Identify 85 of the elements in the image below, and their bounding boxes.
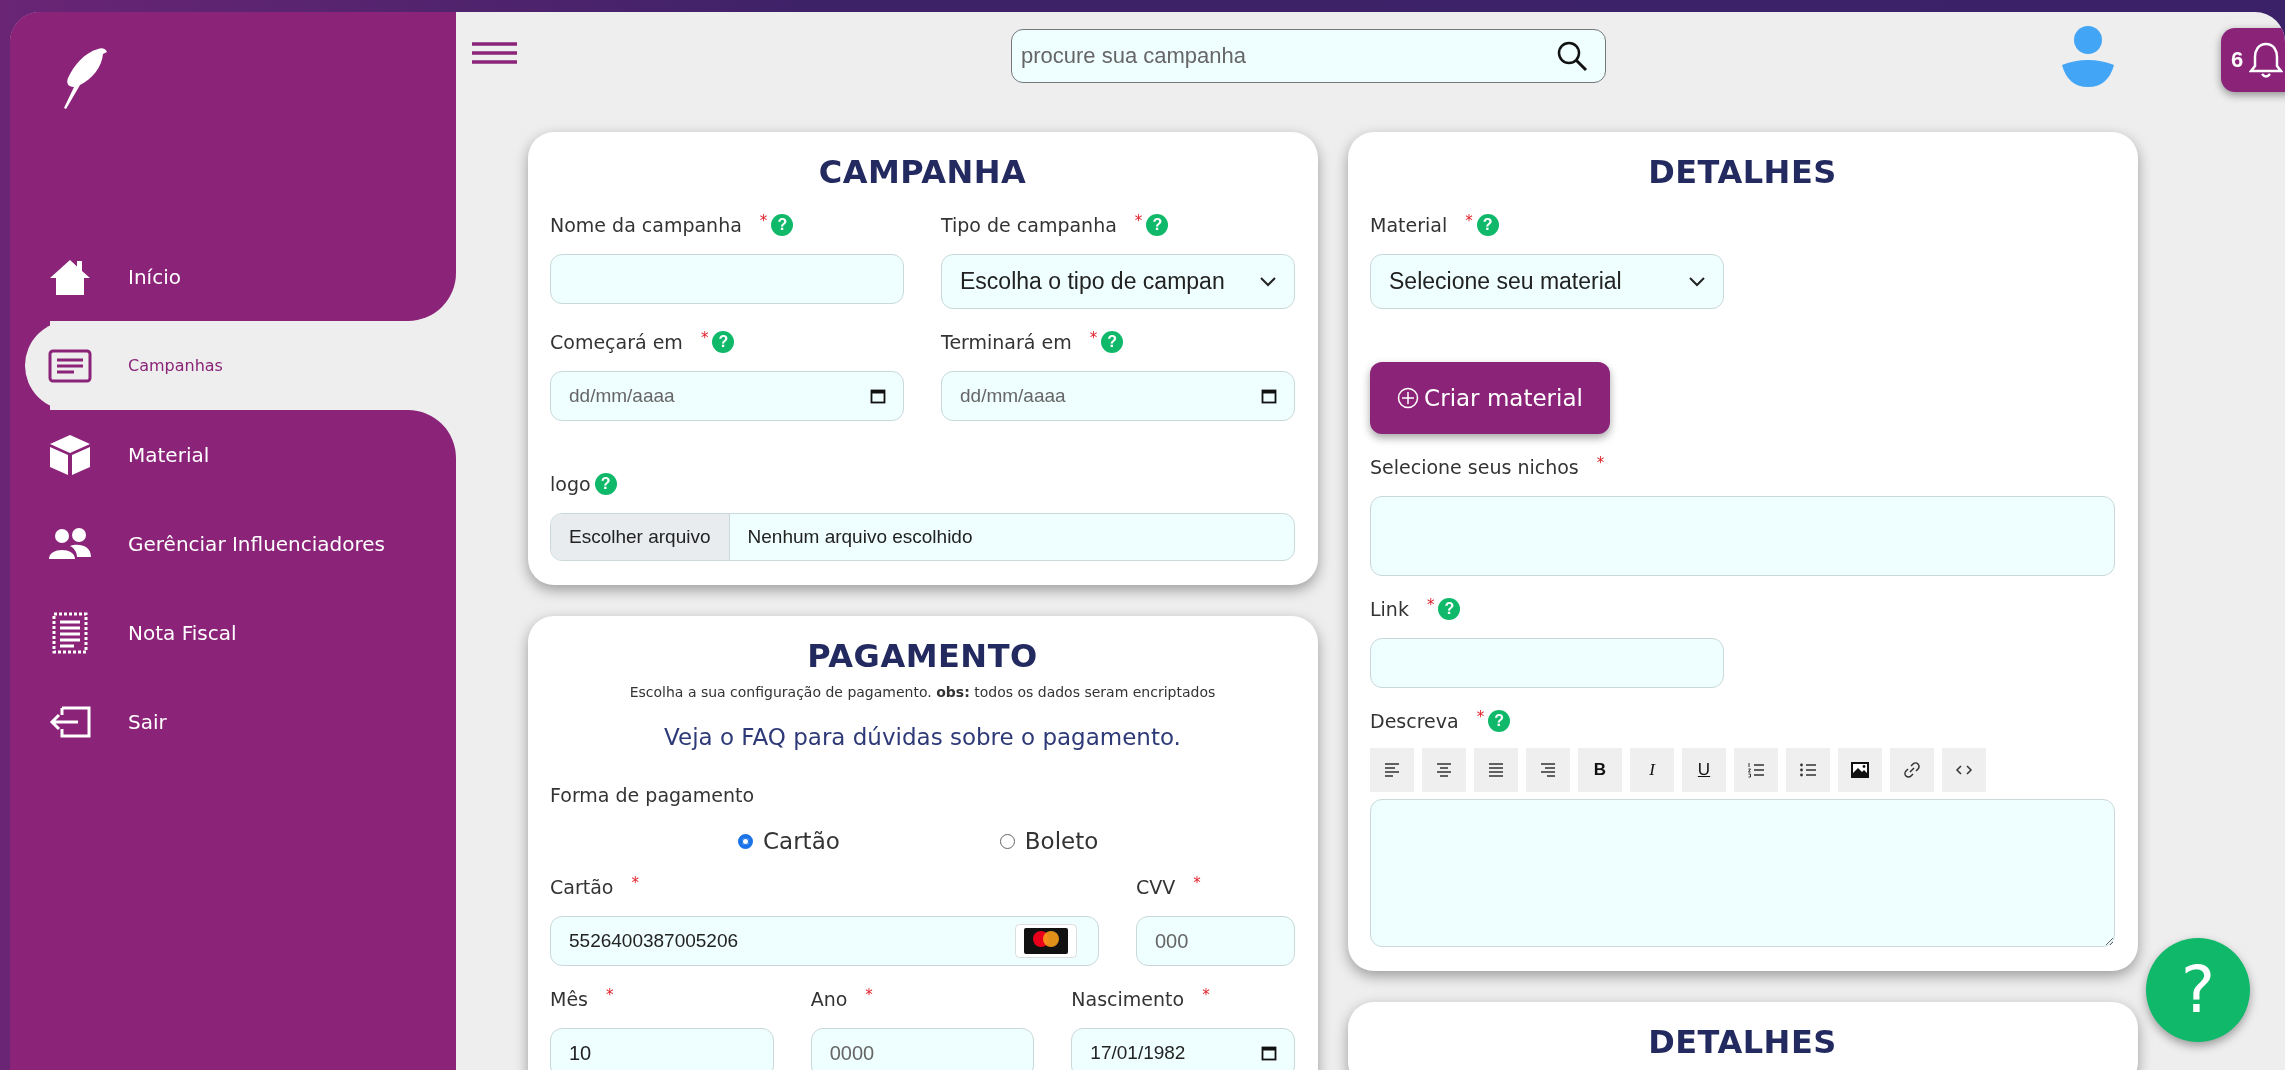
date-field[interactable]: 17/01/1982 xyxy=(1071,1028,1295,1070)
required-mark: * xyxy=(1089,329,1098,347)
receipt-icon xyxy=(50,610,90,655)
required-mark: * xyxy=(1465,212,1473,230)
card-title: DETALHES xyxy=(1647,1022,1838,1062)
required-mark: * xyxy=(1202,986,1210,1004)
notification-badge[interactable]: 6 xyxy=(2221,28,2285,92)
field-label: Mês xyxy=(550,988,588,1010)
link-icon[interactable] xyxy=(1902,760,1922,780)
select-dropdown[interactable]: Selecione seu material xyxy=(1370,254,1724,309)
plus-circle-icon xyxy=(1397,387,1420,409)
field-label: Ano xyxy=(810,988,848,1010)
chevron-down-icon xyxy=(1689,276,1705,287)
underline-button[interactable]: U xyxy=(1682,748,1726,792)
nav-item[interactable]: Material xyxy=(10,410,456,499)
radio-button[interactable] xyxy=(738,833,753,849)
faq-text: Veja o FAQ para dúvidas sobre o pagamento. xyxy=(663,724,1182,750)
card-brand-icon xyxy=(1014,924,1077,958)
radio-label[interactable]: Cartão xyxy=(763,828,840,854)
text-field[interactable]: 10 xyxy=(550,1028,774,1070)
search-field[interactable]: procure sua campanha xyxy=(1011,29,1606,83)
field-label: Forma de pagamento xyxy=(550,784,755,806)
required-mark: * xyxy=(700,329,709,347)
people-icon xyxy=(48,526,92,561)
field-label: logo xyxy=(550,473,591,495)
file-input[interactable]: Escolher arquivo Nenhum arquivo escolhido xyxy=(550,513,1295,561)
field-label: Cartão xyxy=(550,876,614,898)
field-label: Começará em xyxy=(550,331,683,353)
payment-note: Escolha a sua configuração de pagamento. obs: todos os dados seram encriptados xyxy=(628,684,1217,700)
field-label: Terminará em xyxy=(941,331,1072,353)
required-mark: * xyxy=(606,986,614,1004)
nav-item[interactable]: Nota Fiscal xyxy=(10,588,456,677)
align-left-icon[interactable] xyxy=(1382,760,1402,780)
choose-file-button[interactable]: Escolher arquivo xyxy=(551,514,730,560)
niche-field[interactable] xyxy=(1370,496,2115,576)
italic-button[interactable]: I xyxy=(1630,748,1674,792)
chevron-down-icon xyxy=(1260,276,1276,287)
field-label: Material xyxy=(1370,214,1448,236)
field-label: Nome da campanha xyxy=(550,214,742,236)
nav-item[interactable]: Sair xyxy=(10,677,456,766)
card-title: DETALHES xyxy=(1647,152,1838,192)
calendar-icon[interactable] xyxy=(1261,388,1277,404)
field-label: Selecione seus nichos xyxy=(1370,456,1579,478)
bell-icon xyxy=(2249,41,2284,79)
required-mark: * xyxy=(1596,454,1605,472)
field-label: Descreva xyxy=(1370,710,1459,732)
cube-icon xyxy=(48,432,92,477)
required-mark: * xyxy=(1426,596,1435,614)
ordered-list-icon[interactable] xyxy=(1746,760,1766,780)
field-label: CVV xyxy=(1135,876,1176,898)
select-dropdown[interactable]: Escolha o tipo de campan xyxy=(941,254,1295,309)
required-mark: * xyxy=(865,986,873,1004)
field-label: Nascimento xyxy=(1071,988,1185,1010)
align-right-icon[interactable] xyxy=(1538,760,1558,780)
exit-icon xyxy=(48,704,92,739)
bold-button[interactable]: B xyxy=(1578,748,1622,792)
date-field[interactable]: dd/mm/aaaa xyxy=(550,371,904,421)
card-title: PAGAMENTO xyxy=(806,636,1039,676)
calendar-icon[interactable] xyxy=(870,388,886,404)
image-icon[interactable] xyxy=(1850,760,1870,780)
menu-icon[interactable] xyxy=(472,42,517,64)
justify-icon[interactable] xyxy=(1486,760,1506,780)
nav-item[interactable]: Gerênciar Influenciadores xyxy=(10,499,456,588)
required-mark: * xyxy=(759,212,768,230)
text-field[interactable]: 0000 xyxy=(810,1028,1035,1070)
required-mark: * xyxy=(631,874,639,892)
card-number-field[interactable]: 5526400387005206 xyxy=(550,916,1099,966)
text-field[interactable] xyxy=(550,254,904,304)
calendar-icon[interactable] xyxy=(1261,1045,1277,1061)
required-mark: * xyxy=(1476,708,1485,726)
file-status-text: Nenhum arquivo escolhido xyxy=(746,525,974,549)
field-label: Tipo de campanha xyxy=(941,214,1117,236)
search-icon[interactable] xyxy=(1556,40,1588,72)
text-field[interactable] xyxy=(1370,638,1724,688)
card-title: CAMPANHA xyxy=(817,152,1028,192)
radio-label[interactable]: Boleto xyxy=(1024,828,1099,854)
align-center-icon[interactable] xyxy=(1434,760,1454,780)
field-label: Link xyxy=(1370,598,1409,620)
date-field[interactable]: dd/mm/aaaa xyxy=(941,371,1295,421)
document-list-icon xyxy=(48,348,92,383)
text-field[interactable]: 000 xyxy=(1135,916,1295,966)
radio-button[interactable] xyxy=(999,833,1015,849)
required-mark: * xyxy=(1193,874,1201,892)
required-mark: * xyxy=(1134,212,1143,230)
create-material-button[interactable]: Criar material xyxy=(1370,362,1610,434)
